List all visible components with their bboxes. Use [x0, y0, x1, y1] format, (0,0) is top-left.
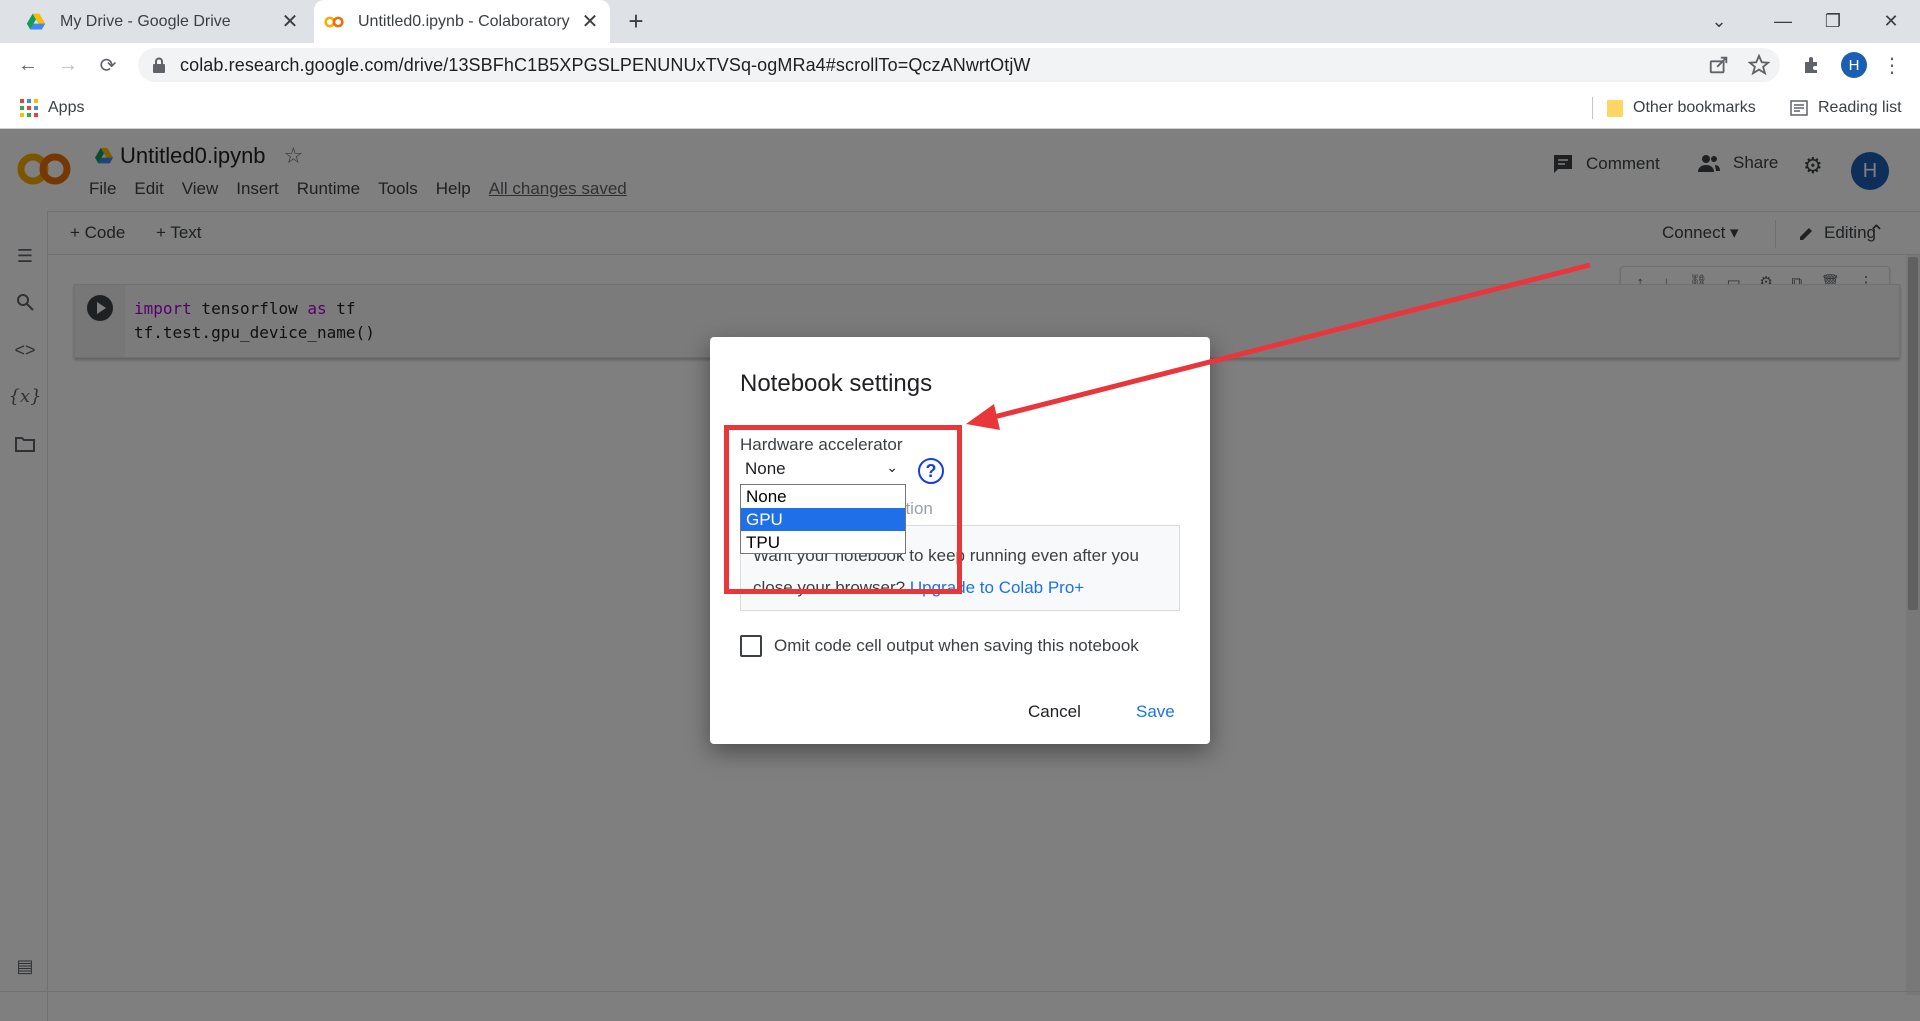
bookmarks-bar: Apps Other bookmarks Reading list [0, 87, 1920, 129]
bookmark-apps[interactable]: Apps [20, 96, 84, 120]
extensions-icon[interactable] [1798, 51, 1826, 79]
reading-list-icon [1790, 100, 1808, 116]
tab-strip: My Drive - Google Drive ✕ Untitled0.ipyn… [0, 0, 1920, 43]
tab-colab[interactable]: Untitled0.ipynb - Colaboratory ✕ [314, 0, 610, 43]
bookmark-other[interactable]: Other bookmarks [1607, 96, 1756, 120]
restore-icon[interactable]: ❐ [1810, 4, 1856, 38]
url-text: colab.research.google.com/drive/13SBFhC1… [180, 54, 1031, 75]
back-arrow-icon[interactable]: ← [14, 51, 42, 79]
apps-grid-icon [20, 99, 38, 117]
reload-icon[interactable]: ⟳ [94, 51, 122, 79]
chrome-menu-icon[interactable]: ⋮ [1878, 51, 1906, 79]
tab-search-icon[interactable]: ⌄ [1696, 4, 1742, 38]
profile-button[interactable]: H [1840, 51, 1868, 79]
omit-output-label: Omit code cell output when saving this n… [774, 636, 1139, 655]
address-bar[interactable]: colab.research.google.com/drive/13SBFhC1… [138, 48, 1780, 82]
close-tab-icon[interactable]: ✕ [276, 8, 304, 36]
bookmark-label: Apps [48, 99, 85, 116]
bookmark-label: Other bookmarks [1633, 99, 1756, 116]
browser-toolbar: ← → ⟳ colab.research.google.com/drive/13… [0, 43, 1920, 87]
bookmark-label: Reading list [1818, 99, 1902, 116]
save-button[interactable]: Save [1136, 702, 1175, 722]
share-page-icon[interactable] [1708, 54, 1730, 76]
reading-list[interactable]: Reading list [1790, 96, 1902, 120]
google-drive-icon [26, 13, 46, 29]
tab-title: My Drive - Google Drive [60, 12, 231, 30]
colab-icon [324, 16, 344, 27]
cancel-button[interactable]: Cancel [1028, 702, 1081, 722]
omit-output-checkbox[interactable] [740, 635, 762, 657]
dialog-title: Notebook settings [740, 370, 933, 397]
bookmarks-divider [1592, 97, 1593, 119]
tab-title: Untitled0.ipynb - Colaboratory [358, 12, 570, 30]
new-tab-button[interactable]: + [622, 7, 650, 35]
close-tab-icon[interactable]: ✕ [576, 8, 604, 36]
profile-avatar: H [1841, 52, 1867, 78]
folder-icon [1607, 100, 1623, 117]
annotation-highlight-box [724, 425, 962, 594]
tab-google-drive[interactable]: My Drive - Google Drive ✕ [0, 0, 310, 43]
lock-icon [153, 57, 165, 73]
bookmark-star-icon[interactable] [1748, 54, 1770, 76]
forward-arrow-icon[interactable]: → [54, 51, 82, 79]
omit-output-option[interactable]: Omit code cell output when saving this n… [740, 635, 1139, 657]
close-window-icon[interactable]: ✕ [1868, 4, 1914, 38]
minimize-icon[interactable]: — [1760, 4, 1806, 38]
